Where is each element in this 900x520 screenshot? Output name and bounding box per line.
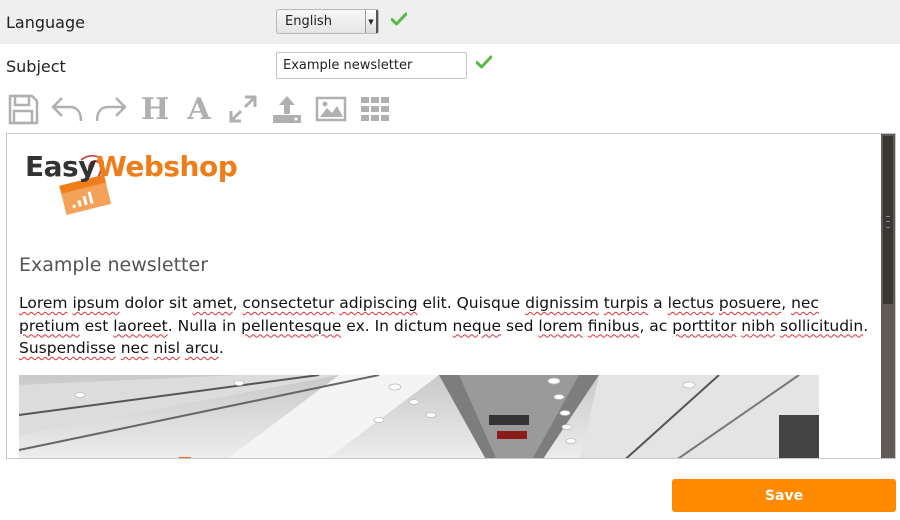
- body-text-segment: nibh: [741, 316, 776, 335]
- subject-label: Subject: [6, 56, 66, 76]
- body-text-segment: Lorem: [19, 294, 68, 312]
- body-text-segment: laoreet: [113, 316, 168, 335]
- scrollbar-thumb[interactable]: [883, 136, 893, 304]
- body-text-segment: elit. Quisque: [417, 294, 526, 312]
- body-text-segment: amet: [192, 294, 233, 312]
- editor-toolbar: H A: [6, 90, 402, 128]
- save-button[interactable]: Save: [672, 479, 896, 512]
- font-icon[interactable]: A: [182, 92, 216, 127]
- body-text-segment: adipiscing: [339, 294, 418, 312]
- body-text-segment: sollicitudin: [780, 316, 864, 335]
- body-text-segment: , ac: [639, 316, 673, 335]
- logo-text-webshop: Webshop: [95, 150, 238, 183]
- subject-input[interactable]: [276, 52, 467, 79]
- chevron-down-icon[interactable]: ▼: [365, 10, 378, 33]
- language-row: Language English ▼: [0, 0, 900, 44]
- language-select[interactable]: English ▼: [276, 9, 379, 34]
- language-label: Language: [6, 12, 85, 32]
- grid-icon[interactable]: [358, 92, 392, 126]
- language-select-value: English: [285, 14, 332, 29]
- body-text-segment: nisl: [153, 339, 181, 357]
- body-text-segment: posuere: [718, 294, 782, 312]
- newsletter-body[interactable]: Lorem ipsum dolor sit amet, consectetur …: [19, 292, 869, 360]
- body-text-segment: arcu: [185, 339, 219, 357]
- body-text-segment: .: [863, 316, 869, 335]
- logo-text: EasyWebshop: [25, 150, 238, 183]
- check-icon: [391, 12, 407, 26]
- fullscreen-icon[interactable]: [226, 92, 260, 126]
- body-text-segment: .: [218, 339, 224, 357]
- editor-scrollbar[interactable]: [881, 134, 895, 458]
- body-text-segment: turpis: [603, 294, 649, 312]
- logo-text-easy: Easy: [25, 150, 96, 183]
- upload-icon[interactable]: [270, 92, 304, 126]
- body-text-segment: finibus: [587, 316, 640, 335]
- body-text-segment: sed: [501, 316, 539, 335]
- body-text-segment: ,: [232, 294, 243, 312]
- body-text-segment: est: [79, 316, 114, 335]
- body-text-segment: porttitor: [672, 316, 737, 335]
- body-text-segment: ex. In dictum: [341, 316, 453, 335]
- body-text-segment: lorem: [538, 316, 583, 335]
- body-text-segment: nec: [791, 294, 819, 312]
- heading-icon[interactable]: H: [138, 92, 172, 127]
- body-text-segment: lectus: [667, 294, 714, 312]
- body-text-segment: a: [648, 294, 668, 312]
- scroll-grip-icon: [886, 216, 890, 228]
- body-text-segment: consectetur: [242, 294, 335, 312]
- easywebshop-logo: EasyWebshop: [25, 148, 238, 224]
- image-icon[interactable]: [314, 92, 348, 126]
- body-text-segment: pellentesque: [241, 316, 342, 335]
- body-text-segment: nec: [120, 339, 149, 357]
- body-text-segment: neque: [452, 316, 502, 335]
- body-text-segment: Suspendisse: [19, 339, 116, 357]
- body-text-segment: ,: [781, 294, 792, 312]
- subject-row: Subject: [0, 44, 900, 88]
- undo-icon[interactable]: [50, 92, 84, 126]
- body-text-segment: dignissim: [525, 294, 599, 312]
- body-text-segment: pretium: [19, 316, 80, 335]
- body-text-segment: . Nulla in: [167, 316, 242, 335]
- body-text-segment: dolor sit: [119, 294, 193, 312]
- body-text-segment: ipsum: [72, 294, 120, 312]
- store-interior-image: [19, 375, 819, 458]
- check-icon: [476, 55, 492, 69]
- newsletter-title: Example newsletter: [19, 254, 209, 276]
- save-icon[interactable]: [6, 92, 40, 126]
- redo-icon[interactable]: [94, 92, 128, 126]
- newsletter-editor[interactable]: EasyWebshop Example newsletter Lorem ips…: [6, 133, 896, 459]
